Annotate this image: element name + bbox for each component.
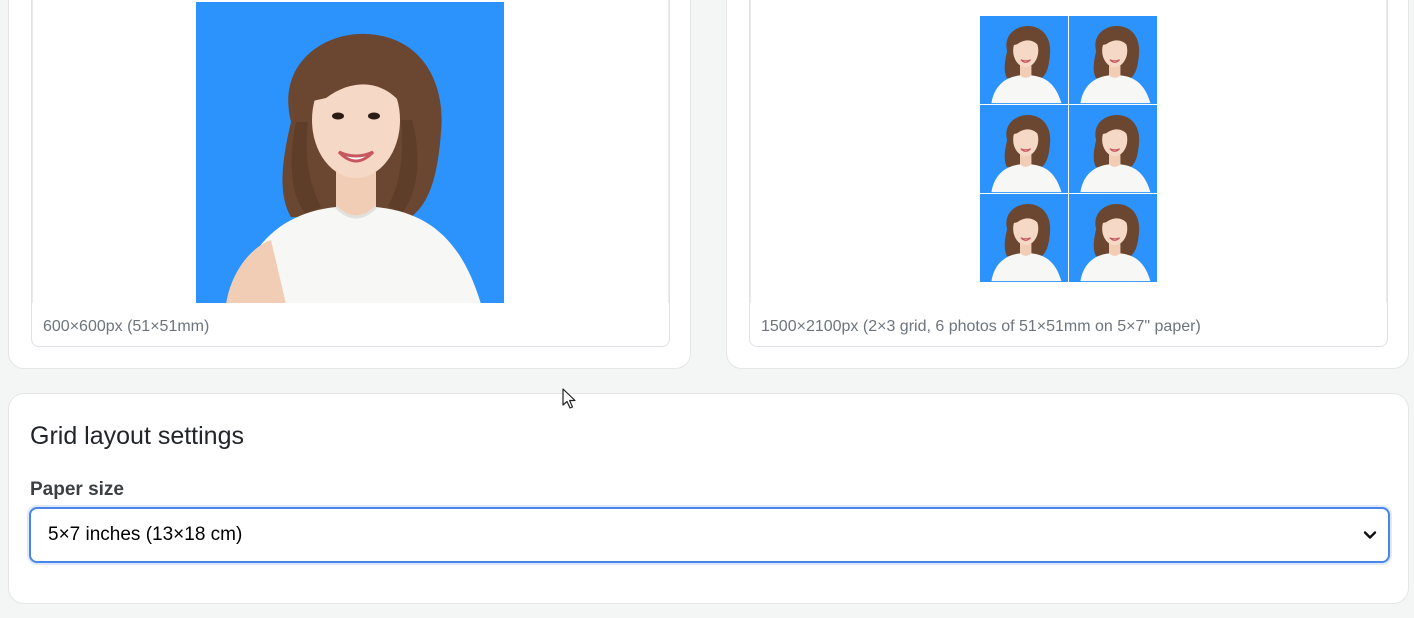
single-id-photo [196, 2, 504, 303]
single-photo-card: 600×600px (51×51mm) [8, 0, 691, 369]
single-photo-preview-frame: 600×600px (51×51mm) [31, 0, 670, 347]
portrait-illustration [1080, 25, 1151, 104]
grid-photo [1069, 16, 1157, 104]
grid-settings-card: Grid layout settings Paper size 5×7 inch… [8, 393, 1409, 604]
grid-photo [980, 194, 1068, 282]
portrait-illustration [1080, 203, 1151, 282]
chevron-down-icon [1363, 531, 1377, 539]
portrait-illustration [1080, 114, 1151, 193]
section-title: Grid layout settings [30, 422, 244, 450]
paper-size-label: Paper size [30, 479, 124, 500]
grid-photo [980, 16, 1068, 104]
paper-size-select[interactable]: 5×7 inches (13×18 cm) [29, 507, 1390, 563]
single-photo-preview-area [32, 0, 669, 303]
portrait-illustration [991, 203, 1062, 282]
mouse-pointer-icon [562, 388, 576, 409]
portrait-illustration [991, 114, 1062, 193]
grid-preview-area [750, 0, 1387, 303]
grid-preview-frame: 1500×2100px (2×3 grid, 6 photos of 51×51… [749, 0, 1388, 347]
single-photo-caption: 600×600px (51×51mm) [43, 318, 210, 335]
portrait-illustration [226, 33, 481, 303]
portrait-illustration [991, 25, 1062, 104]
grid-photo [1069, 194, 1157, 282]
grid-photo [980, 105, 1068, 193]
paper-size-selected-value: 5×7 inches (13×18 cm) [48, 524, 243, 545]
grid-photo-caption: 1500×2100px (2×3 grid, 6 photos of 51×51… [761, 318, 1201, 335]
grid-photo [1069, 105, 1157, 193]
grid-photo-card: 1500×2100px (2×3 grid, 6 photos of 51×51… [726, 0, 1409, 369]
photo-grid-sheet [980, 16, 1157, 282]
